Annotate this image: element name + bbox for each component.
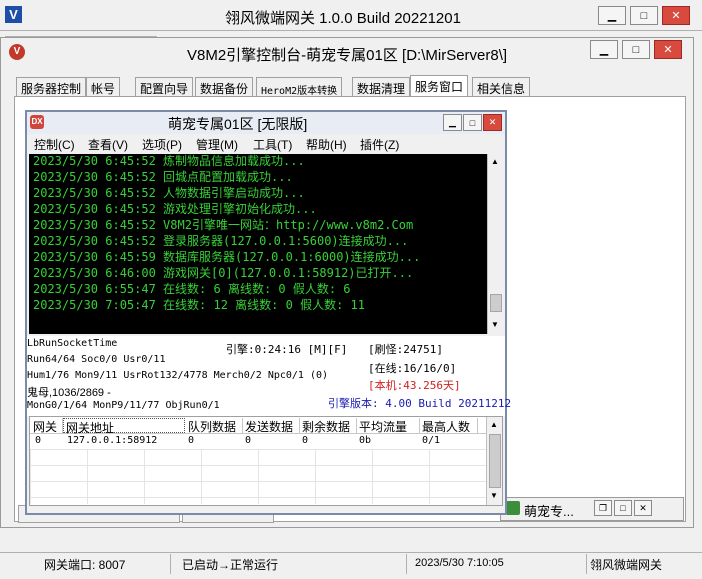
menu-plugins[interactable]: 插件(Z)	[360, 136, 399, 153]
table-cell: 0	[35, 435, 42, 446]
minimized-maximize-icon[interactable]: □	[614, 500, 632, 516]
game-server-close-icon[interactable]: ✕	[483, 114, 502, 131]
col-gateway[interactable]: 网关	[31, 418, 63, 434]
log-scroll-down-icon[interactable]: ▼	[488, 318, 502, 332]
minimized-restore-icon[interactable]: ❐	[594, 500, 612, 516]
log-line: 2023/5/30 6:45:52 登录服务器(127.0.0.1:5600)连…	[33, 234, 409, 248]
log-scroll-thumb[interactable]	[490, 294, 502, 312]
log-line: 2023/5/30 6:45:52 游戏处理引擎初始化成功...	[33, 202, 317, 216]
tab-data-backup[interactable]: 数据备份	[195, 77, 254, 96]
stat-socket-time: LbRunSocketTime	[27, 338, 118, 349]
minimized-child-icon	[506, 501, 520, 515]
log-line: 2023/5/30 6:45:52 回城点配置加载成功...	[33, 170, 293, 184]
app-icon: V	[5, 6, 22, 23]
status-divider	[586, 554, 587, 574]
engine-time: 引擎:0:24:16 [M][F]	[226, 343, 348, 356]
table-cell: 0	[245, 435, 252, 446]
tab-service-window[interactable]: 服务窗口	[410, 75, 469, 97]
status-divider	[170, 554, 171, 574]
tab-data-cleanup[interactable]: 数据清理	[352, 77, 411, 96]
stat-boss: 鬼母,1036/2869 -	[27, 387, 111, 399]
local-uptime: [本机:43.256天]	[368, 379, 461, 392]
monster-count: [刷怪:24751]	[368, 343, 443, 356]
log-line: 2023/5/30 6:45:59 数据库服务器(127.0.0.1:6000)…	[33, 250, 421, 264]
log-scroll-up-icon[interactable]: ▲	[488, 155, 502, 169]
table-cell: 0	[302, 435, 309, 446]
game-server-title: 萌宠专属01区 [无限版]	[168, 116, 308, 132]
menu-options[interactable]: 选项(P)	[142, 136, 182, 153]
game-server-maximize-icon[interactable]: □	[463, 114, 482, 131]
log-line: 2023/5/30 6:45:52 炼制物品信息加载成功...	[33, 154, 305, 168]
log-line: 2023/5/30 6:45:52 V8M2引擎唯一网站：http://www.…	[33, 218, 414, 232]
close-icon[interactable]: ✕	[662, 6, 690, 25]
log-line: 2023/5/30 6:55:47 在线数: 6 离线数: 0 假人数: 6	[33, 282, 351, 296]
stat-mon: MonG0/1/64 MonP9/11/77 ObjRun0/1	[27, 400, 220, 411]
console-close-icon[interactable]: ✕	[654, 40, 682, 59]
log-line: 2023/5/30 6:45:52 人物数据引擎启动成功...	[33, 186, 305, 200]
stat-hum: Hum1/76 Mon9/11 UsrRot132/4778 Merch0/2 …	[27, 370, 329, 381]
tab-related-info[interactable]: 相关信息	[472, 77, 531, 96]
table-cell: 0b	[359, 435, 372, 446]
status-app-name: 翎风微端网关	[590, 558, 663, 572]
tab-account[interactable]: 帐号	[86, 77, 121, 96]
log-line: 2023/5/30 6:46:00 游戏网关[0](127.0.0.1:5891…	[33, 266, 414, 280]
table-cell: 0	[188, 435, 195, 446]
online-count: [在线:16/16/0]	[368, 362, 457, 375]
menu-tools[interactable]: 工具(T)	[253, 136, 292, 153]
menu-help[interactable]: 帮助(H)	[306, 136, 347, 153]
minimized-close-icon[interactable]: ✕	[634, 500, 652, 516]
stat-run: Run64/64 Soc0/0 Usr0/11	[27, 354, 166, 365]
status-running-state: 已启动→正常运行	[182, 558, 279, 572]
col-remaining-data[interactable]: 剩余数据	[300, 418, 357, 434]
table-grid-lines	[30, 449, 486, 504]
menu-view[interactable]: 查看(V)	[88, 136, 128, 153]
console-icon: V	[9, 44, 25, 60]
tab-server-control[interactable]: 服务器控制	[16, 77, 87, 96]
col-max-users[interactable]: 最高人数	[420, 418, 478, 434]
status-datetime: 2023/5/30 7:10:05	[415, 557, 504, 569]
status-gateway-port: 网关端口: 8007	[44, 558, 126, 572]
tab-config-wizard[interactable]: 配置向导	[135, 77, 194, 96]
engine-version: 引擎版本: 4.00 Build 20211212	[328, 397, 512, 410]
menu-manage[interactable]: 管理(M)	[196, 136, 238, 153]
console-window-title: V8M2引擎控制台-萌宠专属01区 [D:\MirServer8\]	[187, 47, 508, 64]
col-send-data[interactable]: 发送数据	[243, 418, 300, 434]
status-divider	[406, 554, 407, 574]
menu-control[interactable]: 控制(C)	[34, 136, 75, 153]
minimize-icon[interactable]: ▁	[598, 6, 626, 25]
table-cell: 0/1	[422, 435, 441, 446]
game-server-icon: DX	[30, 115, 44, 129]
outer-window-title: 翎风微端网关 1.0.0 Build 20221201	[225, 10, 461, 27]
col-gateway-address[interactable]: 网关地址	[63, 418, 185, 435]
table-scroll-thumb[interactable]	[489, 434, 501, 488]
maximize-icon[interactable]: □	[630, 6, 658, 25]
minimized-child-label: 萌宠专...	[524, 504, 574, 519]
col-queue-data[interactable]: 队列数据	[186, 418, 243, 434]
console-minimize-icon[interactable]: ▁	[590, 40, 618, 59]
log-line: 2023/5/30 7:05:47 在线数: 12 离线数: 0 假人数: 11	[33, 298, 365, 312]
table-cell: 127.0.0.1:58912	[67, 435, 158, 446]
table-scroll-down-icon[interactable]: ▼	[487, 489, 501, 503]
game-server-minimize-icon[interactable]: ▁	[443, 114, 462, 131]
tab-herom2-convert[interactable]: HeroM2版本转换	[256, 77, 343, 97]
console-maximize-icon[interactable]: □	[622, 40, 650, 59]
table-scroll-up-icon[interactable]: ▲	[487, 418, 501, 432]
col-avg-traffic[interactable]: 平均流量	[357, 418, 420, 434]
